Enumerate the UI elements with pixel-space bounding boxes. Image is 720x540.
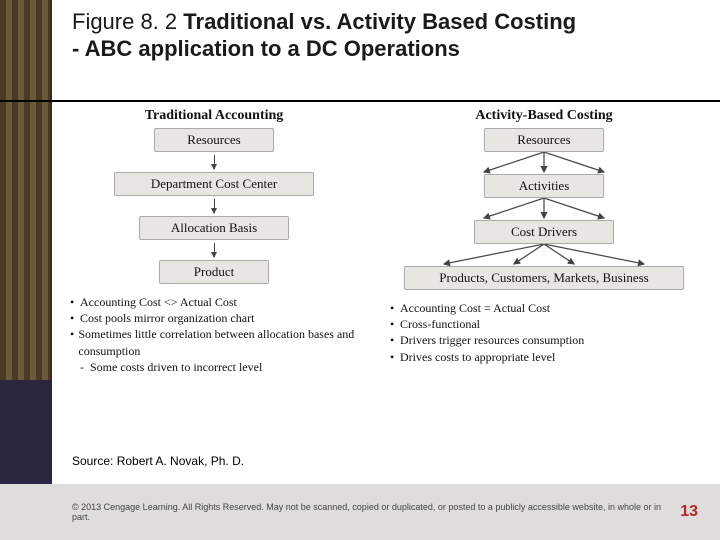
bullet-icon: • [390,316,400,332]
bullet-text: Drives costs to appropriate level [400,349,555,365]
page-number: 13 [680,503,698,521]
bullet-text: Accounting Cost = Actual Cost [400,300,550,316]
fan-arrows-icon [384,198,704,220]
title-underline [0,100,720,102]
abc-flow: Resources Activities Cost Drivers [384,128,704,290]
box-pcmb: Products, Customers, Markets, Business [404,266,684,290]
bullet-text: Some costs driven to incorrect level [90,359,262,375]
bullet-text: Cost pools mirror organization chart [80,310,254,326]
box-cost-drivers: Cost Drivers [474,220,614,244]
traditional-flow: Resources Department Cost Center Allocat… [64,128,364,284]
box-resources-right: Resources [484,128,604,152]
traditional-heading: Traditional Accounting [64,108,364,124]
bullet-text: Sometimes little correlation between all… [78,326,364,358]
copyright-text: © 2013 Cengage Learning. All Rights Rese… [72,502,680,522]
footer-bar: © 2013 Cengage Learning. All Rights Rese… [0,484,720,540]
side-decor-image [0,0,52,510]
title-line-2: - ABC application to a DC Operations [72,36,672,62]
fan-arrows-icon [384,244,704,266]
abc-bullets: •Accounting Cost = Actual Cost •Cross-fu… [384,300,704,365]
bullet-icon: • [70,310,80,326]
bullet-text: Drivers trigger resources consumption [400,332,584,348]
abc-heading: Activity-Based Costing [384,108,704,124]
bullet-icon: • [70,294,80,310]
box-allocation-basis: Allocation Basis [139,216,289,240]
bullet-text: Accounting Cost <> Actual Cost [80,294,237,310]
comparison-diagram: Traditional Accounting Resources Departm… [64,108,704,434]
dash-icon: - [80,359,90,375]
source-citation: Source: Robert A. Novak, Ph. D. [72,454,244,468]
figure-label: Figure 8. 2 [72,9,183,34]
box-product: Product [159,260,269,284]
bullet-icon: • [390,349,400,365]
box-resources-left: Resources [154,128,274,152]
bullet-text: Cross-functional [400,316,480,332]
abc-column: Activity-Based Costing Resources Activit… [384,108,704,365]
traditional-column: Traditional Accounting Resources Departm… [64,108,364,375]
title-line-1: Traditional vs. Activity Based Costing [183,9,576,34]
traditional-bullets: •Accounting Cost <> Actual Cost •Cost po… [64,294,364,375]
slide-title: Figure 8. 2 Traditional vs. Activity Bas… [72,8,672,62]
bullet-icon: • [390,332,400,348]
arrow-down-icon [214,155,215,169]
bullet-icon: • [390,300,400,316]
fan-arrows-icon [384,152,704,174]
bullet-icon: • [70,326,78,358]
arrow-down-icon [214,243,215,257]
box-activities: Activities [484,174,604,198]
arrow-down-icon [214,199,215,213]
box-dept-cost-center: Department Cost Center [114,172,314,196]
